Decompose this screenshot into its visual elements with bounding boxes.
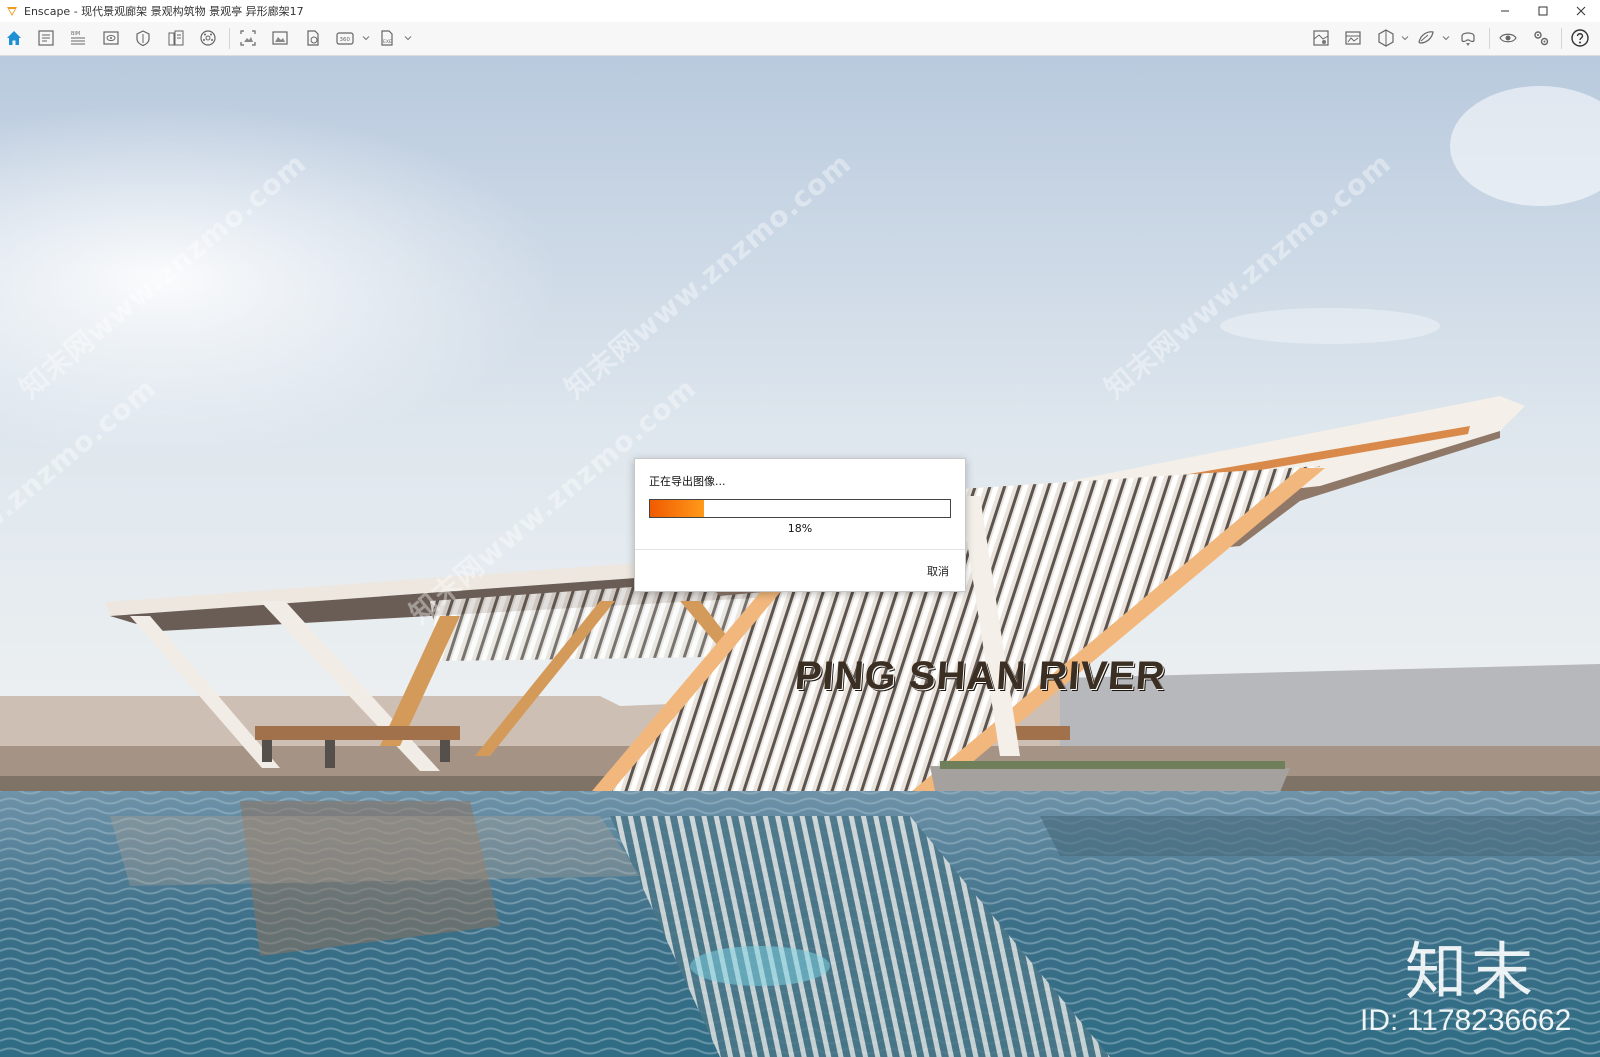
visibility-icon: [1499, 33, 1517, 43]
help-icon: [1571, 29, 1589, 47]
views-icon: [103, 31, 119, 45]
sun-icon: [136, 30, 150, 47]
chevron-down-icon[interactable]: [362, 34, 370, 42]
close-icon: [1576, 6, 1586, 16]
dialog-title: 正在导出图像...: [649, 475, 726, 488]
project-info-icon: [38, 30, 54, 46]
views-button[interactable]: [100, 27, 122, 49]
atmosphere-button[interactable]: [1342, 27, 1364, 49]
minimize-icon: [1501, 10, 1509, 12]
help-button[interactable]: [1569, 27, 1591, 49]
window-controls: [1486, 0, 1600, 22]
settings-icon: [1534, 31, 1549, 46]
main-toolbar: BIM 360 EXE: [0, 22, 1600, 75]
section-box-button[interactable]: [1375, 27, 1397, 49]
video-button[interactable]: [302, 27, 324, 49]
brand-id: ID: 1178236662: [1360, 1004, 1572, 1037]
asset-library-button[interactable]: [165, 27, 187, 49]
title-bar: Enscape - 现代景观廊架 景观构筑物 景观亭 异形廊架17: [0, 0, 1600, 23]
svg-text:360: 360: [340, 37, 351, 43]
cancel-button[interactable]: 取消: [927, 563, 949, 579]
project-info-button[interactable]: [35, 27, 57, 49]
toolbar-separator: [1489, 28, 1490, 49]
feedback-icon: [1418, 31, 1434, 44]
chevron-down-icon[interactable]: [1401, 34, 1409, 42]
vr-headset-icon: [1461, 32, 1475, 46]
enscape-app-icon: [7, 7, 17, 16]
home-icon: [7, 31, 21, 45]
svg-text:EXE: EXE: [383, 39, 392, 45]
atmosphere-icon: [1345, 31, 1361, 45]
maximize-button[interactable]: [1524, 0, 1562, 22]
maximize-icon: [1538, 6, 1548, 16]
material-editor-button[interactable]: [197, 27, 219, 49]
export-progress-dialog: 正在导出图像... 18% 取消: [634, 458, 966, 592]
home-button[interactable]: [3, 27, 25, 49]
svg-text:BIM: BIM: [71, 31, 80, 37]
video-icon: [307, 30, 319, 46]
progress-bar: [649, 499, 951, 518]
panorama-360-icon: 360: [336, 32, 354, 45]
scene-sign-text: PING SHAN RIVER: [793, 654, 1168, 698]
toolbar-separator: [1561, 28, 1562, 49]
settings-button[interactable]: [1530, 27, 1552, 49]
vr-headset-button[interactable]: [1457, 27, 1479, 49]
section-box-icon: [1378, 29, 1394, 47]
sun-button[interactable]: [132, 27, 154, 49]
bim-icon: BIM: [71, 31, 85, 45]
screenshot-icon: [240, 30, 256, 46]
toolbar-separator: [229, 28, 230, 49]
bim-button[interactable]: BIM: [67, 27, 89, 49]
batch-render-button[interactable]: [269, 27, 291, 49]
site-context-button[interactable]: [1310, 27, 1332, 49]
visibility-button[interactable]: [1497, 27, 1519, 49]
exe-export-icon: EXE: [381, 30, 393, 46]
site-context-icon: [1313, 30, 1329, 46]
asset-library-icon: [168, 30, 184, 46]
close-button[interactable]: [1562, 0, 1600, 22]
material-editor-icon: [200, 30, 216, 46]
screenshot-button[interactable]: [237, 27, 259, 49]
window-title: Enscape - 现代景观廊架 景观构筑物 景观亭 异形廊架17: [24, 5, 304, 18]
dialog-divider: [635, 549, 965, 550]
exe-export-button[interactable]: EXE: [376, 27, 398, 49]
progress-fill: [650, 500, 704, 517]
minimize-button[interactable]: [1486, 0, 1524, 22]
progress-percent: 18%: [787, 522, 813, 535]
chevron-down-icon[interactable]: [404, 34, 412, 42]
chevron-down-icon[interactable]: [1442, 34, 1450, 42]
panorama-button[interactable]: 360: [334, 27, 356, 49]
batch-render-icon: [272, 31, 288, 45]
brand-logo: 知末: [1405, 935, 1538, 1008]
feedback-button[interactable]: [1415, 27, 1437, 49]
